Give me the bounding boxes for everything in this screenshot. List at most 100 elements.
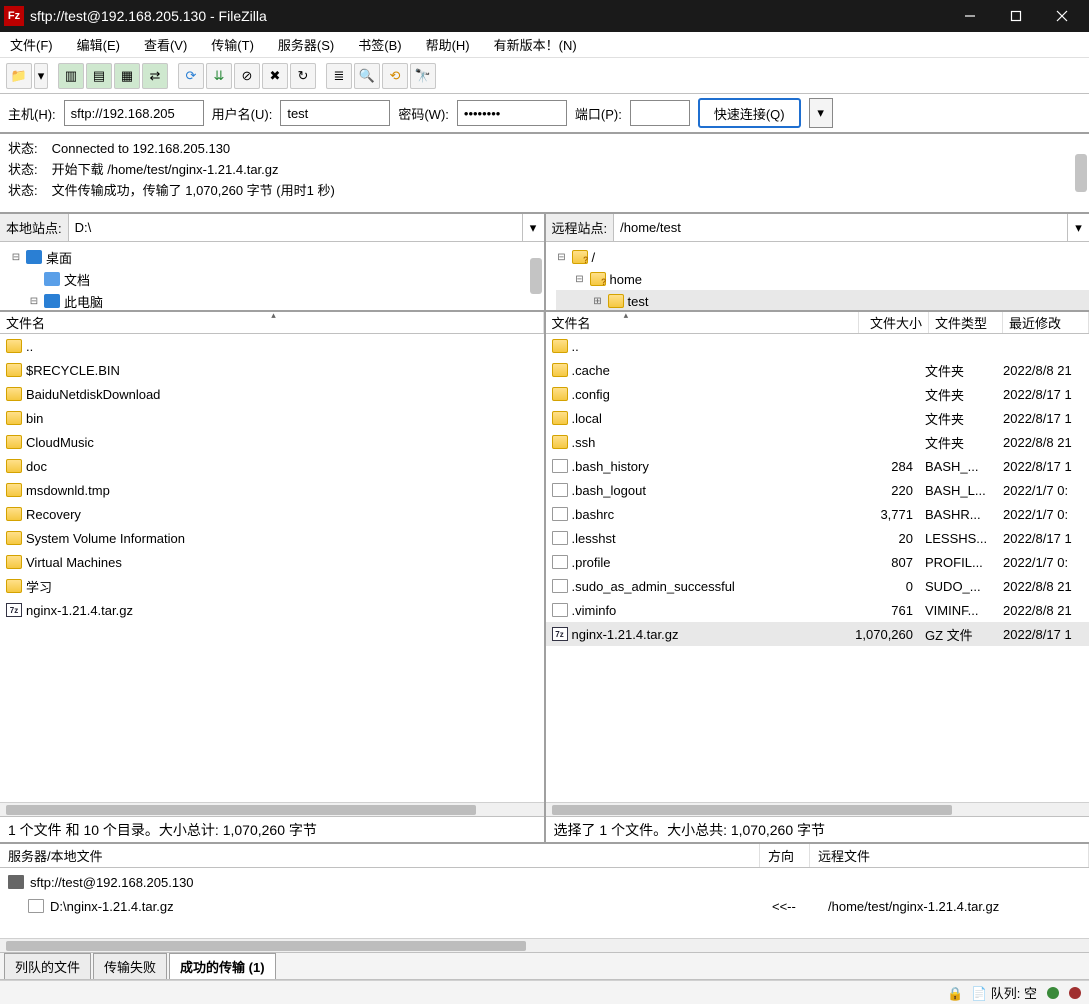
remote-site-input[interactable]	[614, 214, 1067, 241]
list-item[interactable]: .config文件夹2022/8/17 1	[546, 382, 1089, 406]
expand-icon[interactable]: ⊟	[28, 296, 40, 307]
list-item[interactable]: msdownld.tmp	[0, 478, 544, 502]
file-name: .bashrc	[572, 507, 615, 522]
list-item[interactable]: .bash_logout220BASH_L...2022/1/7 0:	[546, 478, 1089, 502]
remote-site-dropdown-icon[interactable]: ▾	[1067, 214, 1089, 241]
remote-file-list[interactable]: ...cache文件夹2022/8/8 21.config文件夹2022/8/1…	[546, 334, 1089, 646]
local-site-input[interactable]	[69, 214, 522, 241]
queue-col-direction[interactable]: 方向	[760, 844, 810, 867]
list-item[interactable]: .profile807PROFIL...2022/1/7 0:	[546, 550, 1089, 574]
tab-successful[interactable]: 成功的传输 (1)	[169, 953, 276, 979]
quickconnect-button[interactable]: 快速连接(Q)	[698, 98, 801, 128]
log-scrollbar[interactable]	[1075, 154, 1087, 192]
local-site-dropdown-icon[interactable]: ▾	[522, 214, 544, 241]
list-item[interactable]: .ssh文件夹2022/8/8 21	[546, 430, 1089, 454]
queue-server-row[interactable]: sftp://test@192.168.205.130	[8, 870, 1081, 894]
expand-icon[interactable]: ⊟	[10, 252, 22, 263]
tree-node[interactable]: ⊟此电脑	[10, 290, 544, 312]
quickconnect-dropdown-icon[interactable]: ▾	[809, 98, 833, 128]
site-manager-icon[interactable]: 📁	[6, 63, 32, 89]
reconnect-icon[interactable]: ↻	[290, 63, 316, 89]
remote-col-size[interactable]: 文件大小	[859, 312, 929, 333]
tab-failed[interactable]: 传输失败	[93, 953, 167, 979]
toggle-log-icon[interactable]: ▥	[58, 63, 84, 89]
menu-transfer[interactable]: 传输(T)	[207, 33, 258, 56]
queue-hscroll[interactable]	[0, 938, 1089, 952]
remote-hscroll[interactable]	[546, 802, 1089, 816]
filter-icon[interactable]: ≣	[326, 63, 352, 89]
list-item[interactable]: $RECYCLE.BIN	[0, 358, 544, 382]
queue-col-remote[interactable]: 远程文件	[810, 844, 1089, 867]
folder-q-icon	[590, 272, 606, 286]
list-item[interactable]: 7znginx-1.21.4.tar.gz1,070,260GZ 文件2022/…	[546, 622, 1089, 646]
menu-server[interactable]: 服务器(S)	[274, 33, 338, 56]
remote-col-name[interactable]: 文件名▴	[546, 312, 860, 333]
binoculars-icon[interactable]: 🔭	[410, 63, 436, 89]
port-input[interactable]	[630, 100, 690, 126]
tree-node[interactable]: ⊟/	[556, 246, 1089, 268]
tab-queued[interactable]: 列队的文件	[4, 953, 91, 979]
toggle-queue-icon[interactable]: ⇄	[142, 63, 168, 89]
menu-update[interactable]: 有新版本！(N)	[490, 33, 581, 56]
local-hscroll[interactable]	[0, 802, 544, 816]
expand-icon[interactable]: ⊟	[574, 274, 586, 285]
list-item[interactable]: bin	[0, 406, 544, 430]
queue-file-row[interactable]: D:\nginx-1.21.4.tar.gz <<-- /home/test/n…	[8, 894, 1081, 918]
list-item[interactable]: .cache文件夹2022/8/8 21	[546, 358, 1089, 382]
tree-node[interactable]: ⊟桌面	[10, 246, 544, 268]
process-queue-icon[interactable]: ⇊	[206, 63, 232, 89]
tree-node[interactable]: ⊞test	[556, 290, 1089, 312]
user-label: 用户名(U):	[212, 104, 273, 123]
menu-bookmarks[interactable]: 书签(B)	[354, 33, 405, 56]
menu-help[interactable]: 帮助(H)	[422, 33, 474, 56]
local-file-list[interactable]: ..$RECYCLE.BINBaiduNetdiskDownloadbinClo…	[0, 334, 544, 622]
list-item[interactable]: ..	[546, 334, 1089, 358]
menu-edit[interactable]: 编辑(E)	[73, 33, 124, 56]
expand-icon[interactable]: ⊞	[592, 296, 604, 307]
log-line-2: 开始下载 /home/test/nginx-1.21.4.tar.gz	[52, 162, 279, 177]
cancel-icon[interactable]: ⊘	[234, 63, 260, 89]
list-item[interactable]: BaiduNetdiskDownload	[0, 382, 544, 406]
lock-icon[interactable]: 🔒	[947, 986, 961, 1000]
list-item[interactable]: .sudo_as_admin_successful0SUDO_...2022/8…	[546, 574, 1089, 598]
list-item[interactable]: .bashrc3,771BASHR...2022/1/7 0:	[546, 502, 1089, 526]
local-tree[interactable]: ⊟桌面文档⊟此电脑	[0, 242, 544, 312]
menu-view[interactable]: 查看(V)	[140, 33, 191, 56]
list-item[interactable]: .viminfo761VIMINF...2022/8/8 21	[546, 598, 1089, 622]
queue-status: 📄 队列: 空	[971, 983, 1037, 1002]
list-item[interactable]: ..	[0, 334, 544, 358]
list-item[interactable]: 7znginx-1.21.4.tar.gz	[0, 598, 544, 622]
remote-tree[interactable]: ⊟/⊟home⊞test	[546, 242, 1089, 312]
list-item[interactable]: Recovery	[0, 502, 544, 526]
compare-icon[interactable]: ⟲	[382, 63, 408, 89]
minimize-button[interactable]	[947, 0, 993, 32]
user-input[interactable]	[280, 100, 390, 126]
toggle-remote-tree-icon[interactable]: ▦	[114, 63, 140, 89]
maximize-button[interactable]	[993, 0, 1039, 32]
list-item[interactable]: .lesshst20LESSHS...2022/8/17 1	[546, 526, 1089, 550]
list-item[interactable]: doc	[0, 454, 544, 478]
tree-node[interactable]: ⊟home	[556, 268, 1089, 290]
queue-col-server[interactable]: 服务器/本地文件	[0, 844, 760, 867]
password-input[interactable]	[457, 100, 567, 126]
list-item[interactable]: .local文件夹2022/8/17 1	[546, 406, 1089, 430]
disconnect-icon[interactable]: ✖	[262, 63, 288, 89]
remote-col-type[interactable]: 文件类型	[929, 312, 1003, 333]
host-input[interactable]	[64, 100, 204, 126]
local-tree-scrollbar[interactable]	[530, 258, 542, 294]
expand-icon[interactable]: ⊟	[556, 252, 568, 263]
menu-file[interactable]: 文件(F)	[6, 33, 57, 56]
local-col-name[interactable]: 文件名▴	[0, 312, 544, 333]
close-button[interactable]	[1039, 0, 1085, 32]
list-item[interactable]: 学习	[0, 574, 544, 598]
list-item[interactable]: Virtual Machines	[0, 550, 544, 574]
tree-node[interactable]: 文档	[10, 268, 544, 290]
list-item[interactable]: .bash_history284BASH_...2022/8/17 1	[546, 454, 1089, 478]
search-icon[interactable]: 🔍	[354, 63, 380, 89]
site-manager-dropdown-icon[interactable]: ▾	[34, 63, 48, 89]
list-item[interactable]: CloudMusic	[0, 430, 544, 454]
remote-col-date[interactable]: 最近修改	[1003, 312, 1089, 333]
list-item[interactable]: System Volume Information	[0, 526, 544, 550]
refresh-icon[interactable]: ⟳	[178, 63, 204, 89]
toggle-local-tree-icon[interactable]: ▤	[86, 63, 112, 89]
